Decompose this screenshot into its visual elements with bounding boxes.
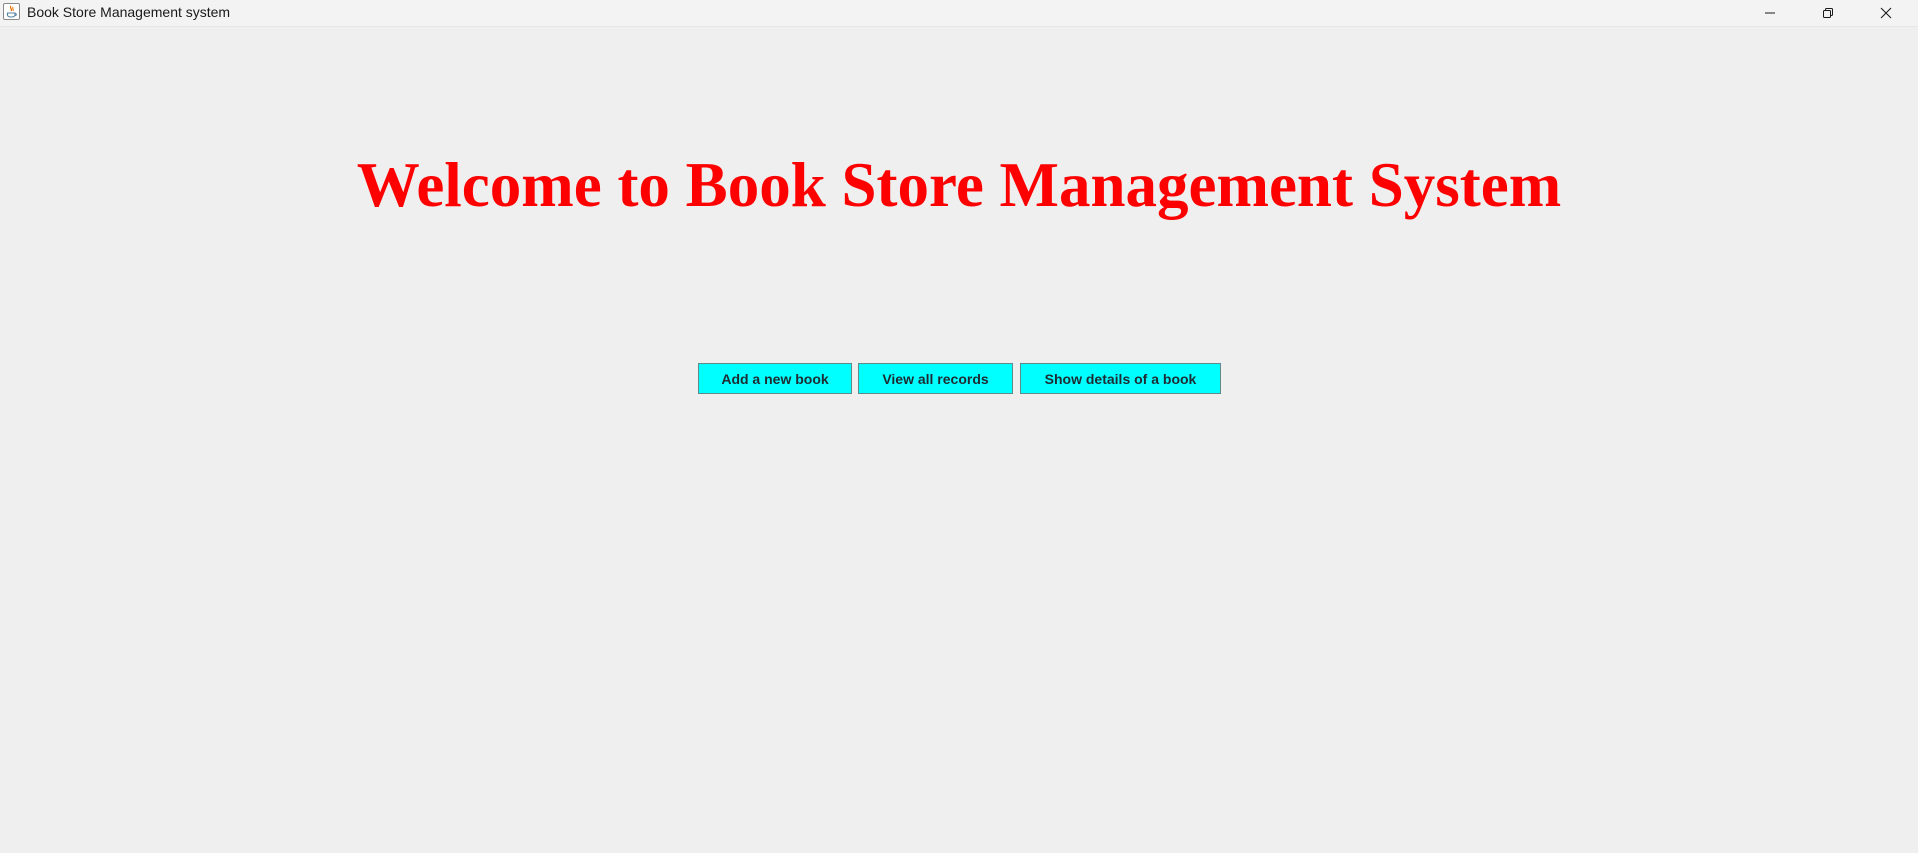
restore-icon — [1822, 7, 1834, 19]
restore-button[interactable] — [1800, 0, 1856, 26]
welcome-heading: Welcome to Book Store Management System — [356, 150, 1562, 220]
action-buttons: Add a new book View all records Show det… — [0, 363, 1918, 395]
title-bar[interactable]: Book Store Management system — [0, 0, 1918, 27]
main-panel: Welcome to Book Store Management System … — [0, 27, 1918, 853]
java-app-icon — [3, 3, 20, 20]
close-icon — [1880, 7, 1892, 19]
app-window: Book Store Management system Welcome to … — [0, 0, 1918, 853]
minimize-icon — [1764, 7, 1776, 19]
view-all-records-button[interactable]: View all records — [858, 363, 1013, 394]
minimize-button[interactable] — [1742, 0, 1798, 26]
add-new-book-button[interactable]: Add a new book — [698, 363, 852, 394]
window-title: Book Store Management system — [27, 4, 231, 20]
close-button[interactable] — [1858, 0, 1914, 26]
show-book-details-button[interactable]: Show details of a book — [1020, 363, 1221, 394]
